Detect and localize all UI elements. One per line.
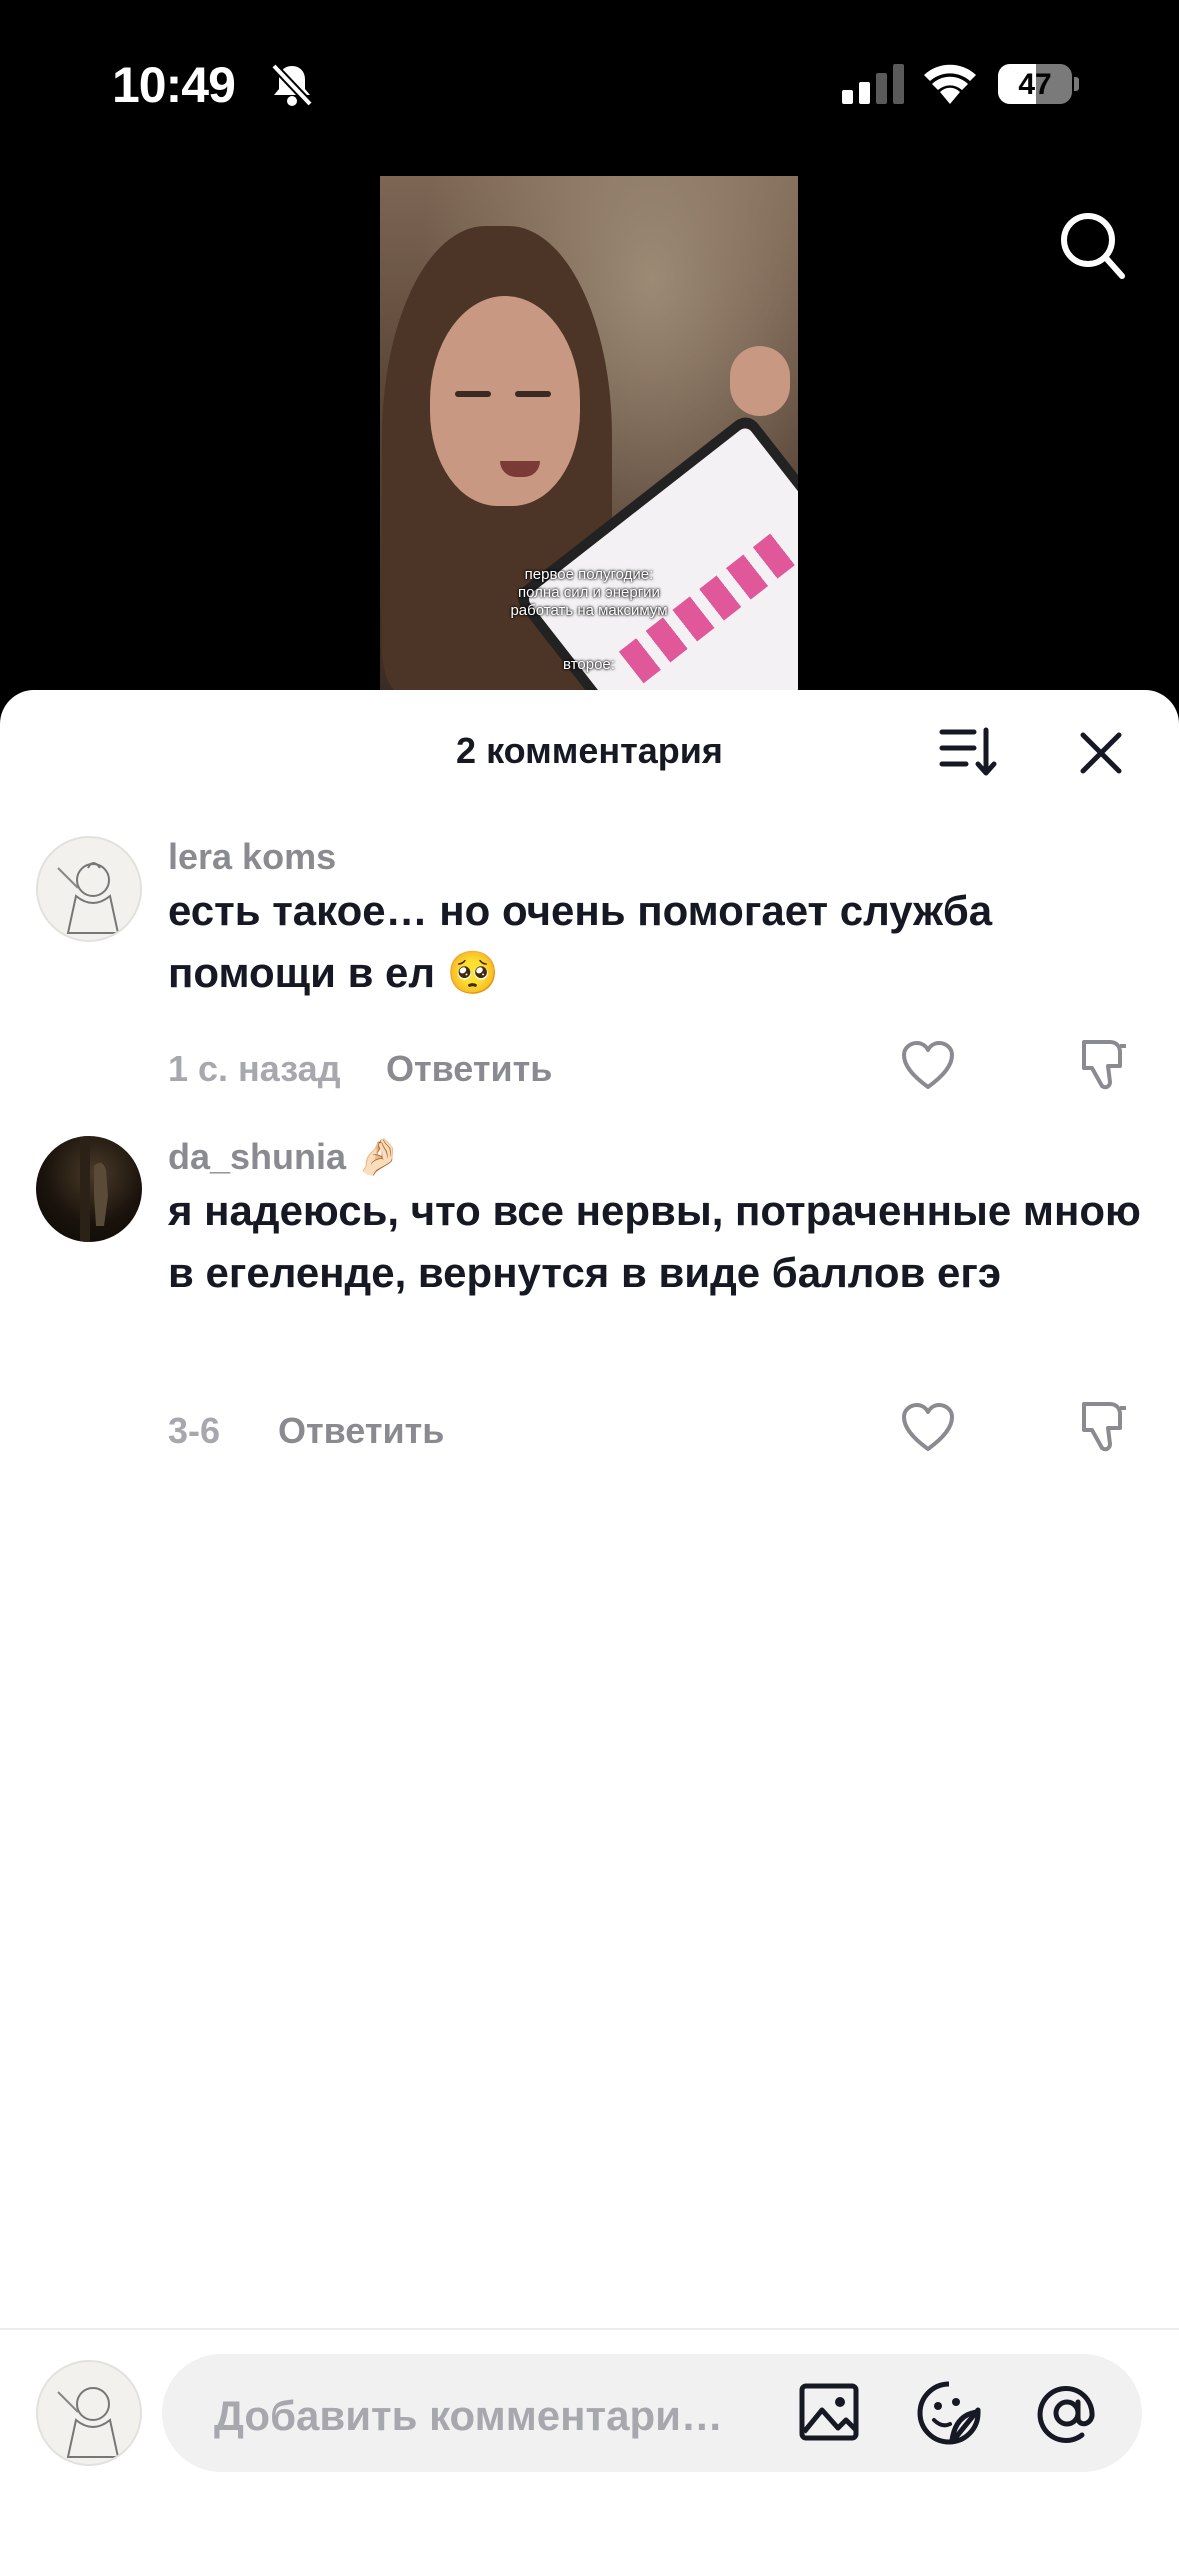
heart-icon[interactable] (900, 1402, 956, 1454)
sort-icon[interactable] (938, 726, 1000, 778)
comment-text: есть такое… но очень помогает служба пом… (168, 887, 993, 996)
caption-line: второе: (563, 656, 615, 673)
comment-username[interactable]: da_shunia 🤌🏻 (168, 1136, 401, 1178)
comment-time: 3-6 (168, 1410, 221, 1451)
dislike-icon[interactable] (1080, 1036, 1130, 1092)
battery-level: 47 (1018, 68, 1052, 101)
battery-indicator: 47 (998, 64, 1080, 104)
caption-line: полна сил и энергии (518, 584, 660, 601)
sticker-icon[interactable] (916, 2380, 982, 2446)
signal-icon (842, 64, 904, 104)
video-thumbnail[interactable]: первое полугодие: полна сил и энергии ра… (380, 176, 798, 690)
heart-icon[interactable] (900, 1040, 956, 1092)
status-time: 10:49 (112, 57, 236, 113)
mention-icon[interactable] (1034, 2380, 1100, 2446)
my-avatar (36, 2360, 142, 2466)
comment-input-placeholder[interactable]: Добавить комментари… (214, 2392, 754, 2440)
search-icon[interactable] (1058, 210, 1128, 282)
divider (0, 2328, 1179, 2330)
reply-button[interactable]: Ответить (278, 1410, 444, 1452)
image-icon[interactable] (798, 2380, 862, 2444)
comment-text: я надеюсь, что все нервы, потраченные мн… (168, 1187, 1141, 1296)
caption-line: первое полугодие: (524, 566, 654, 583)
wifi-icon (924, 64, 976, 104)
dislike-icon[interactable] (1080, 1398, 1130, 1454)
comments-title: 2 комментария (456, 730, 723, 771)
comment-input[interactable]: Добавить комментари… (162, 2354, 1142, 2472)
comments-sheet: 2 комментария lera koms есть такое… но о… (0, 690, 1179, 2556)
reply-button[interactable]: Ответить (386, 1048, 552, 1090)
close-icon[interactable] (1078, 730, 1124, 776)
avatar[interactable] (36, 836, 142, 942)
video-caption: первое полугодие: полна сил и энергии ра… (380, 566, 798, 620)
avatar[interactable] (36, 1136, 142, 1242)
caption-line: работать на максимум (510, 602, 668, 619)
comment-time: 1 с. назад (168, 1048, 341, 1089)
bell-off-icon (271, 63, 313, 107)
comment-username[interactable]: lera koms (168, 836, 336, 878)
